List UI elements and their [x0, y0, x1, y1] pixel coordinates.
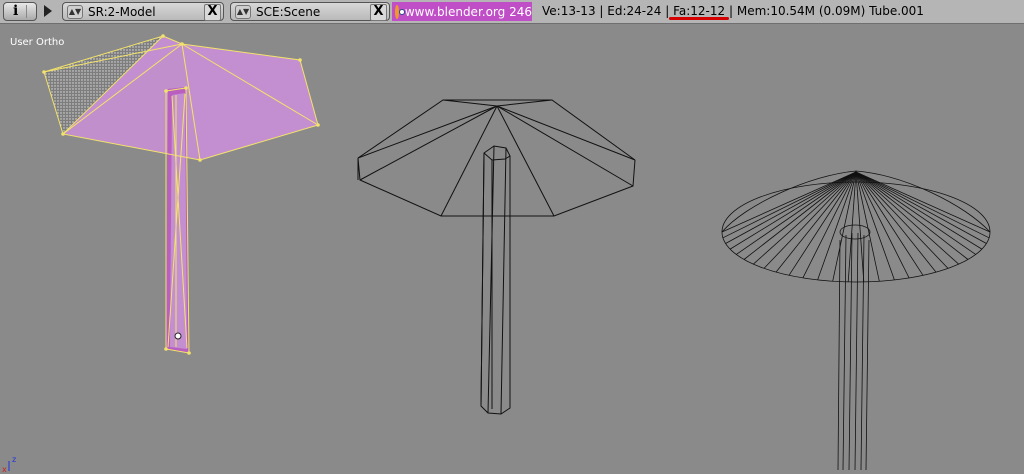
mesh-cursor: [174, 332, 182, 340]
object-name: Tube.001: [869, 4, 924, 18]
wireframe-mushroom-low[interactable]: [357, 99, 636, 415]
info-button[interactable]: i: [3, 2, 37, 21]
scene-label: SCE:Scene: [256, 4, 321, 19]
screen-menu[interactable]: ▲▼ SR:2-Model X: [62, 2, 224, 21]
cap-rib: [775, 171, 857, 273]
header-bar: i ▲▼ SR:2-Model X ▲▼ SCE:Scene X www.ble…: [0, 0, 1024, 24]
cap-rib: [725, 171, 857, 244]
selected-mushroom-mesh[interactable]: [42, 34, 320, 355]
axis-z-label: z: [12, 455, 16, 464]
cap-rib: [855, 171, 991, 233]
axis-gizmo: z x: [2, 455, 16, 474]
cap-rib: [855, 171, 969, 260]
edge-count: Ed:24-24: [607, 4, 662, 18]
memory-usage: Mem:10.54M (0.09M): [736, 4, 866, 18]
blender-logo-icon: [395, 4, 405, 19]
triangle-icon[interactable]: [44, 5, 52, 17]
cap-rib: [736, 171, 857, 255]
axis-x-label: x: [2, 465, 7, 474]
cap-rib: [855, 171, 987, 244]
version-badge: www.blender.org 246: [392, 2, 532, 21]
version-text: www.blender.org 246: [404, 4, 532, 19]
face-count-annotation-underline: [669, 17, 729, 20]
close-icon[interactable]: X: [370, 4, 387, 21]
cap-rib: [855, 171, 937, 273]
info-icon: i: [13, 3, 19, 19]
3d-viewport[interactable]: z x: [0, 25, 1024, 474]
face-count: Fa:12-12: [673, 4, 726, 18]
screen-label: SR:2-Model: [88, 4, 156, 19]
cap-rib: [855, 171, 976, 255]
cap-rib: [743, 171, 857, 260]
scene-menu[interactable]: ▲▼ SCE:Scene X: [230, 2, 390, 21]
close-icon[interactable]: X: [204, 4, 221, 21]
chevron-icon: [26, 5, 35, 18]
vertex-count: Ve:13-13: [542, 4, 596, 18]
dropdown-icon[interactable]: ▲▼: [235, 4, 251, 19]
dropdown-icon[interactable]: ▲▼: [67, 4, 83, 19]
wireframe-mushroom-high[interactable]: [721, 170, 991, 471]
scene-stats: Ve:13-13 | Ed:24-24 | Fa:12-12 | Mem:10.…: [542, 4, 924, 18]
cap-rib: [721, 171, 857, 233]
